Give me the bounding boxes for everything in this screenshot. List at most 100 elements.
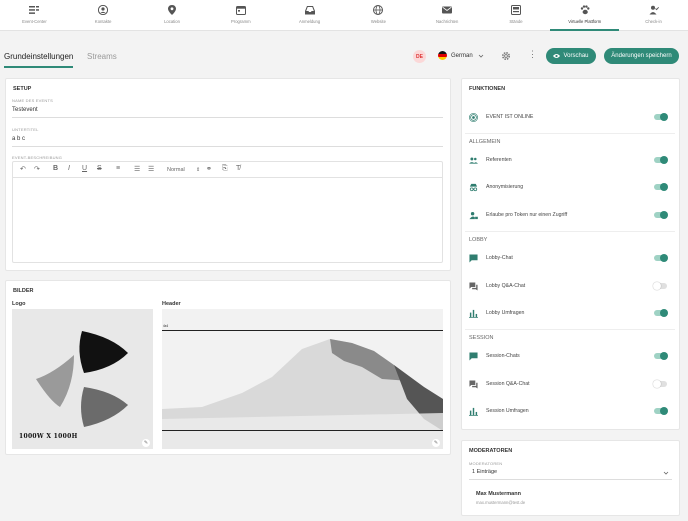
eye-icon: [553, 54, 561, 58]
undo-icon[interactable]: ↶: [20, 165, 26, 173]
subtitle-underline: [12, 146, 443, 147]
nav-label: Stände: [509, 19, 523, 24]
nav-label: Location: [164, 19, 180, 24]
lobby-polls-toggle[interactable]: [654, 309, 668, 317]
nav-label: Kontakte: [94, 19, 112, 24]
logo-size-hint: 1000W X 1000H: [19, 433, 78, 440]
bold-icon[interactable]: B: [53, 165, 58, 172]
save-changes-button[interactable]: Änderungen speichern: [604, 48, 679, 64]
chat-icon: [469, 253, 478, 263]
nav-check-in[interactable]: Check-in: [619, 0, 688, 30]
lobby-chat-toggle[interactable]: [654, 254, 668, 262]
header-label: Header: [162, 301, 181, 307]
logo-label: Logo: [12, 301, 26, 307]
format-select[interactable]: Normal: [167, 167, 185, 173]
nav-kontakte[interactable]: Kontakte: [69, 0, 138, 30]
anonymisierung-label: Anonymisierung: [486, 184, 524, 190]
strikethrough-icon[interactable]: S: [97, 165, 102, 172]
nav-staende[interactable]: Stände: [482, 0, 551, 30]
event-name-underline: [12, 117, 443, 118]
functions-title: FUNKTIONEN: [469, 86, 506, 92]
moderators-field-label: MODERATOREN: [469, 461, 503, 466]
bar-chart-icon: [469, 309, 478, 318]
tab-streams[interactable]: Streams: [87, 52, 117, 61]
flag-badge-button[interactable]: DE: [413, 50, 426, 63]
tab-grundeinstellungen[interactable]: Grundeinstellungen: [4, 52, 74, 68]
description-editor[interactable]: ↶ ↷ B I U S ≡ ☰ ☰ Normal ⇕ ⚭ ⎘ T̸: [12, 161, 443, 263]
event-name-input[interactable]: Testevent: [12, 107, 38, 113]
gear-icon[interactable]: [501, 51, 511, 61]
edit-header-icon[interactable]: ✎: [432, 439, 440, 447]
lobby-polls-label: Lobby Umfragen: [486, 310, 525, 316]
lobby-qa-toggle[interactable]: [653, 282, 667, 290]
calendar-icon: [235, 6, 246, 15]
nav-label: Nachrichten: [436, 19, 459, 24]
qa-chat-icon: [469, 281, 478, 291]
nav-programm[interactable]: Programm: [206, 0, 275, 30]
subtitle-input[interactable]: a b c: [12, 136, 25, 142]
preview-button[interactable]: Vorschau: [546, 48, 596, 64]
session-chat-label: Session-Chats: [486, 353, 520, 359]
session-qa-label: Session Q&A-Chat: [486, 381, 530, 387]
align-icon[interactable]: ≡: [116, 165, 120, 172]
anonymisierung-toggle[interactable]: [654, 183, 668, 191]
chevron-down-icon: [478, 54, 483, 58]
description-label: EVENT-BESCHREIBUNG: [12, 155, 63, 160]
event-online-label: EVENT IST ONLINE: [486, 114, 534, 120]
language-label: German: [451, 52, 473, 59]
save-label: Änderungen speichern: [611, 53, 672, 59]
images-title: BILDER: [13, 288, 34, 294]
nav-nachrichten[interactable]: Nachrichten: [413, 0, 482, 30]
nav-label: Virtuelle Plattform: [568, 19, 602, 24]
chevron-down-icon[interactable]: [663, 470, 669, 476]
underline-icon[interactable]: U: [82, 165, 87, 172]
preview-label: Vorschau: [563, 53, 589, 59]
logo-image[interactable]: 1000W X 1000H ✎: [12, 309, 153, 449]
token-access-toggle[interactable]: [654, 211, 668, 219]
event-online-toggle[interactable]: [654, 113, 668, 121]
more-options-icon[interactable]: ⋮: [528, 50, 537, 59]
nav-event-center[interactable]: Event-Center: [0, 0, 69, 30]
clear-format-icon[interactable]: T̸: [236, 165, 240, 172]
logo-graphic: [36, 331, 128, 427]
attachment-icon[interactable]: ⎘: [222, 165, 228, 173]
header-mountain-graphic: [162, 330, 443, 449]
nav-label: Check-in: [645, 19, 662, 24]
general-section-title: ALLGEMEIN: [469, 139, 501, 145]
nav-virtuelle-plattform[interactable]: Virtuelle Plattform: [550, 0, 619, 31]
link-icon[interactable]: ⚭: [206, 165, 212, 173]
german-flag-icon: [438, 51, 447, 60]
language-select[interactable]: German: [438, 51, 484, 60]
lobby-chat-row: Lobby-Chat: [469, 251, 671, 265]
person-check-icon: [649, 5, 659, 15]
bullet-list-icon[interactable]: ☰: [148, 165, 154, 173]
header-image[interactable]: 4x4 ✎: [162, 309, 443, 449]
moderators-select[interactable]: 1 Einträge: [472, 469, 497, 475]
italic-icon[interactable]: I: [68, 165, 70, 172]
header-size-tag: 4x4: [163, 324, 169, 328]
nav-anmeldung[interactable]: Anmeldung: [275, 0, 344, 30]
globe-icon: [373, 5, 384, 15]
lobby-polls-row: Lobby Umfragen: [469, 306, 671, 320]
anonymisierung-row: Anonymisierung: [469, 180, 671, 194]
session-qa-toggle[interactable]: [653, 380, 667, 388]
referenten-label: Referenten: [486, 157, 512, 163]
referenten-toggle[interactable]: [654, 156, 668, 164]
bar-chart-icon: [469, 407, 478, 416]
event-online-row: EVENT IST ONLINE: [469, 110, 671, 124]
ordered-list-icon[interactable]: ☰: [134, 165, 140, 173]
booth-icon: [510, 5, 521, 15]
session-chat-toggle[interactable]: [654, 352, 668, 360]
redo-icon[interactable]: ↷: [34, 165, 40, 173]
user-lock-icon: [469, 211, 478, 219]
session-section-title: SESSION: [469, 335, 494, 341]
nav-website[interactable]: Website: [344, 0, 413, 30]
nav-location[interactable]: Location: [138, 0, 207, 30]
nav-label: Event-Center: [22, 19, 47, 24]
lobby-qa-label: Lobby Q&A-Chat: [486, 283, 526, 289]
session-polls-toggle[interactable]: [654, 407, 668, 415]
map-pin-icon: [167, 5, 176, 15]
editor-toolbar: ↶ ↷ B I U S ≡ ☰ ☰ Normal ⇕ ⚭ ⎘ T̸: [13, 162, 442, 178]
edit-logo-icon[interactable]: ✎: [142, 439, 150, 447]
lobby-qa-row: Lobby Q&A-Chat: [469, 279, 671, 293]
